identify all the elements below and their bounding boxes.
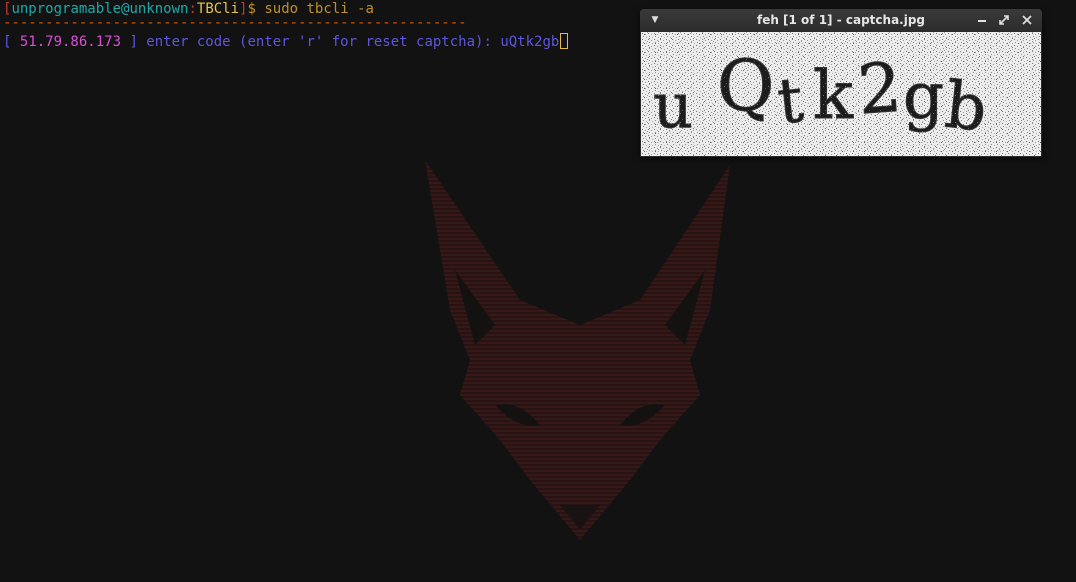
- maximize-icon[interactable]: [996, 9, 1012, 31]
- minimize-icon[interactable]: [974, 9, 990, 31]
- captcha-input-line[interactable]: [ 51.79.86.173 ] enter code (enter 'r' f…: [3, 33, 569, 51]
- close-icon[interactable]: [1019, 9, 1035, 31]
- ip-close-bracket: ]: [121, 34, 138, 50]
- ip-address: 51.79.86.173: [19, 34, 122, 50]
- fox-logo-watermark: [425, 160, 730, 540]
- ip-open-bracket: [: [3, 34, 20, 50]
- feh-image-window[interactable]: feh [1 of 1] - captcha.jpg ▼: [640, 9, 1042, 157]
- captcha-noise: u Q t k 2 g b: [641, 32, 1041, 156]
- captcha-image: u Q t k 2 g b: [641, 32, 1041, 156]
- captcha-prompt-text: enter code (enter 'r' for reset captcha)…: [137, 34, 501, 50]
- separator-line: ----------------------------------------…: [3, 15, 467, 31]
- window-menu-icon[interactable]: ▼: [648, 9, 662, 31]
- terminal-cursor: [560, 33, 569, 49]
- captcha-input-value[interactable]: uQtk2gb: [500, 34, 559, 50]
